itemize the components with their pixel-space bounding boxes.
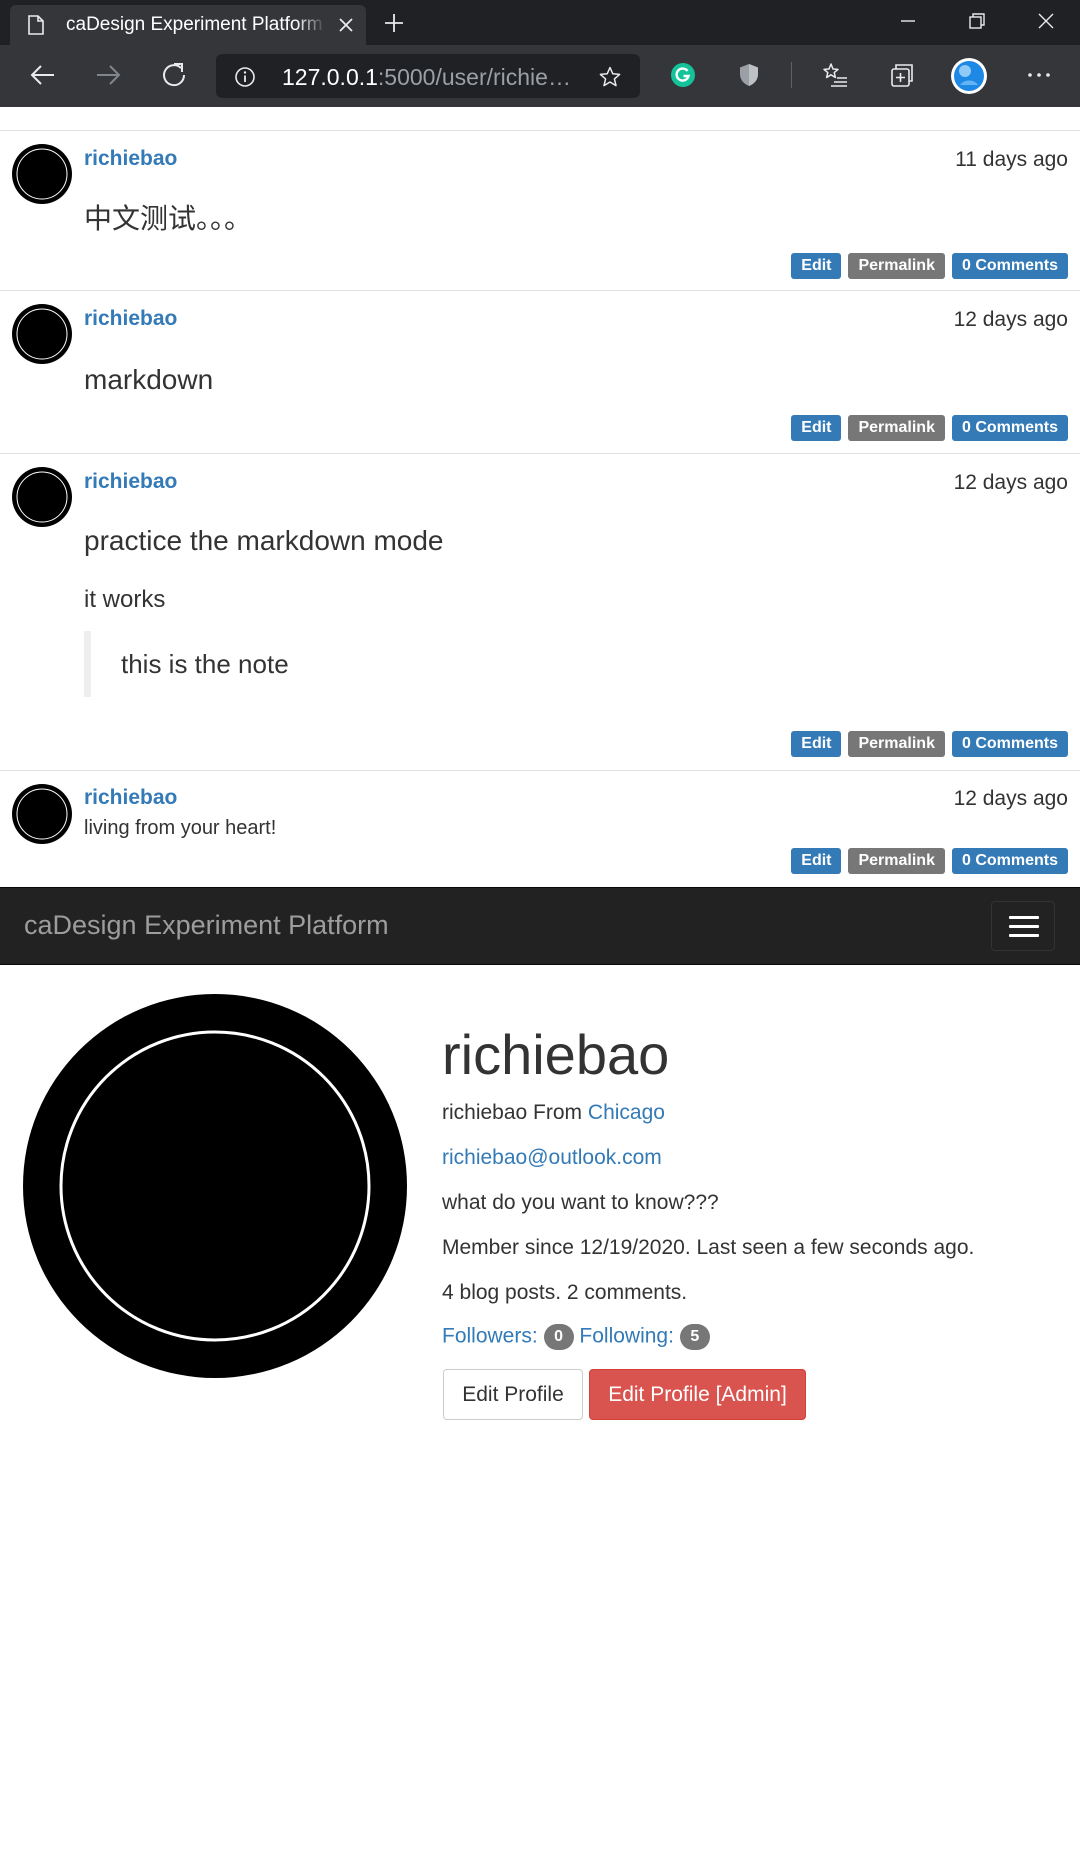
post-actions: Edit Permalink 0 Comments — [791, 415, 1068, 441]
tab-title: caDesign Experiment Platform - richiebao — [66, 14, 326, 36]
post-date: 12 days ago — [953, 787, 1068, 810]
url-text[interactable]: 127.0.0.1:5000/user/richiebao — [282, 64, 582, 90]
edit-post-button[interactable]: Edit — [791, 253, 842, 279]
close-window-icon[interactable] — [1035, 10, 1057, 32]
edit-post-button[interactable]: Edit — [791, 415, 842, 441]
post-actions: Edit Permalink 0 Comments — [791, 848, 1068, 874]
post-actions: Edit Permalink 0 Comments — [791, 731, 1068, 757]
more-options-icon[interactable] — [1024, 60, 1054, 90]
post-paragraph: markdown — [84, 364, 214, 395]
new-tab-icon[interactable] — [382, 11, 406, 35]
permalink-button[interactable]: Permalink — [848, 415, 945, 441]
post-body: markdown — [84, 360, 1068, 400]
post-date: 12 days ago — [953, 308, 1068, 331]
post-date: 12 days ago — [953, 471, 1068, 494]
post-body: practice the markdown mode — [84, 521, 1068, 561]
post-blockquote: this is the note — [84, 631, 484, 697]
post-paragraph: it works — [84, 586, 166, 613]
edit-profile-admin-button[interactable]: Edit Profile [Admin] — [589, 1369, 806, 1420]
browser-tab[interactable]: caDesign Experiment Platform - richiebao — [10, 5, 366, 45]
hamburger-icon — [1009, 925, 1039, 928]
author-avatar[interactable] — [12, 304, 72, 364]
location-link[interactable]: Chicago — [588, 1101, 665, 1124]
profile-username: richiebao — [442, 1023, 670, 1086]
browser-toolbar: 127.0.0.1:5000/user/richiebao — [0, 45, 1080, 107]
collections-icon[interactable] — [886, 60, 916, 90]
post-author-link[interactable]: richiebao — [84, 786, 177, 810]
following-count-badge: 5 — [679, 1324, 710, 1350]
post-paragraph: living from your heart! — [84, 817, 277, 839]
grammarly-extension-icon[interactable] — [668, 60, 698, 90]
restore-icon[interactable] — [966, 10, 988, 32]
post-paragraph: practice the markdown mode — [84, 525, 444, 556]
hamburger-icon — [1009, 916, 1039, 919]
following-link[interactable]: Following: — [579, 1325, 674, 1348]
page-icon — [28, 15, 44, 35]
navbar-brand-link[interactable]: caDesign Experiment Platform — [24, 910, 389, 941]
email-link[interactable]: richiebao@outlook.com — [442, 1146, 662, 1169]
post-author-link[interactable]: richiebao — [84, 307, 177, 331]
edit-post-button[interactable]: Edit — [791, 731, 842, 757]
url-path: :5000/user/richiebao — [377, 64, 582, 90]
forward-arrow-icon[interactable] — [93, 60, 123, 90]
comments-button[interactable]: 0 Comments — [951, 253, 1068, 279]
reload-icon[interactable] — [159, 60, 189, 90]
address-bar[interactable]: 127.0.0.1:5000/user/richiebao — [216, 54, 640, 98]
toolbar-separator — [791, 62, 792, 88]
post-item: richiebao 11 days ago 中文测试。。。 Edit Perma… — [0, 131, 1080, 291]
post-author-link[interactable]: richiebao — [84, 147, 177, 171]
menu-toggle-button[interactable] — [991, 901, 1055, 951]
permalink-button[interactable]: Permalink — [848, 253, 945, 279]
followers-link[interactable]: Followers: — [442, 1325, 538, 1348]
post-item: richiebao 12 days ago markdown Edit Perm… — [0, 292, 1080, 454]
site-navbar: caDesign Experiment Platform — [0, 887, 1080, 965]
post-body: it works — [84, 585, 1068, 615]
author-avatar[interactable] — [12, 144, 72, 204]
author-avatar[interactable] — [12, 467, 72, 527]
profile-member-since: Member since 12/19/2020. Last seen a few… — [442, 1236, 975, 1259]
post-paragraph: 中文测试。。。 — [84, 203, 253, 234]
post-item: richiebao 12 days ago living from your h… — [0, 772, 1080, 887]
profile-email-line: richiebao@outlook.com — [442, 1146, 662, 1170]
back-arrow-icon[interactable] — [28, 60, 58, 90]
shield-extension-icon[interactable] — [734, 60, 764, 90]
url-host: 127.0.0.1 — [282, 64, 378, 90]
favorites-list-icon[interactable] — [820, 60, 850, 90]
post-body: living from your heart! — [84, 815, 1068, 841]
site-info-icon[interactable] — [234, 66, 256, 88]
post-body: 中文测试。。。 — [84, 199, 1068, 239]
browser-titlebar: caDesign Experiment Platform - richiebao — [0, 0, 1080, 45]
post-item: richiebao 12 days ago practice the markd… — [0, 455, 1080, 771]
edit-profile-button[interactable]: Edit Profile — [443, 1369, 583, 1420]
comments-button[interactable]: 0 Comments — [951, 731, 1068, 757]
author-avatar[interactable] — [12, 784, 72, 844]
profile-avatar-icon[interactable] — [950, 57, 988, 95]
profile-stats: 4 blog posts. 2 comments. — [442, 1281, 688, 1304]
post-date: 11 days ago — [955, 148, 1068, 171]
profile-about: what do you want to know??? — [442, 1191, 719, 1214]
comments-button[interactable]: 0 Comments — [951, 848, 1068, 874]
hamburger-icon — [1009, 934, 1039, 937]
favorite-star-icon[interactable] — [598, 65, 622, 89]
permalink-button[interactable]: Permalink — [848, 848, 945, 874]
profile-from-text: richiebao From — [442, 1101, 583, 1124]
minimize-icon[interactable] — [897, 10, 919, 32]
edit-post-button[interactable]: Edit — [791, 848, 842, 874]
profile-location-line: richiebao From Chicago — [442, 1101, 665, 1125]
profile-avatar — [23, 994, 407, 1378]
post-actions: Edit Permalink 0 Comments — [791, 253, 1068, 279]
close-tab-icon[interactable] — [336, 15, 356, 35]
profile-follow-line: Followers: 0 Following: 5 — [442, 1324, 710, 1350]
permalink-button[interactable]: Permalink — [848, 731, 945, 757]
followers-count-badge: 0 — [543, 1324, 574, 1350]
post-author-link[interactable]: richiebao — [84, 470, 177, 494]
comments-button[interactable]: 0 Comments — [951, 415, 1068, 441]
